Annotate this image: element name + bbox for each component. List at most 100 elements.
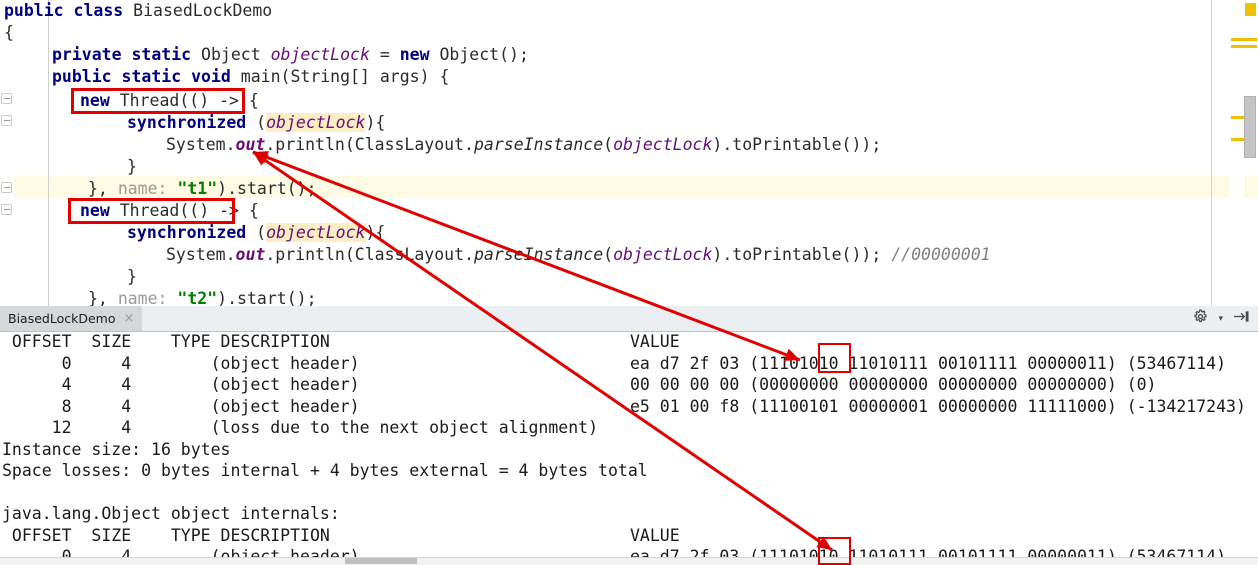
code-token [122, 45, 132, 64]
code-text-area[interactable]: public class BiasedLockDemo{ private stat… [0, 0, 1258, 306]
code-token: ( [246, 223, 266, 242]
code-token [191, 45, 201, 64]
code-token: Object(); [430, 45, 529, 64]
run-console-pane[interactable]: BiasedLockDemo × ▾ OFFSET SIZE TYPE DESC… [0, 306, 1258, 565]
code-line: private static Object objectLock = new O… [52, 44, 529, 66]
code-line: new Thread(() -> { [80, 90, 259, 112]
code-token: ( [603, 135, 613, 154]
editor-right-margin-rule [1211, 0, 1212, 306]
code-token: static [122, 67, 182, 86]
code-token [181, 67, 191, 86]
code-token: { [4, 23, 14, 42]
console-output-line: OFFSET SIZE TYPE DESCRIPTION [2, 525, 330, 547]
code-token: objectLock [266, 113, 365, 132]
code-token: }, [88, 289, 118, 306]
code-token [123, 1, 133, 20]
console-tab-label: BiasedLockDemo [8, 311, 116, 326]
chevron-down-icon[interactable]: ▾ [1218, 314, 1223, 324]
close-icon[interactable]: × [124, 312, 135, 325]
code-line: public class BiasedLockDemo [4, 0, 272, 22]
code-token: ( [603, 245, 613, 264]
console-output-line: 0 4 (object header) [2, 353, 360, 375]
code-token: new [80, 201, 110, 220]
code-line: synchronized (objectLock){ [127, 112, 385, 134]
code-token: Thread(() -> { [110, 91, 259, 110]
code-token: "t2" [177, 289, 217, 306]
code-token: parseInstance [474, 245, 603, 264]
code-editor-pane[interactable]: public class BiasedLockDemo{ private stat… [0, 0, 1258, 306]
code-token: }, [88, 179, 118, 198]
code-token: ).start(); [217, 289, 316, 306]
code-token: ( [246, 113, 266, 132]
error-stripe-marker[interactable] [1231, 45, 1257, 48]
editor-error-stripe[interactable] [1229, 0, 1244, 306]
code-token: main(String[] args) { [231, 67, 450, 86]
code-token: = [370, 45, 400, 64]
code-token: public [52, 67, 112, 86]
code-line: }, name: "t2").start(); [88, 288, 317, 306]
console-output-line: 00 00 00 00 (00000000 00000000 00000000 … [630, 374, 1157, 396]
code-token: static [131, 45, 191, 64]
code-token [112, 67, 122, 86]
code-token: synchronized [127, 223, 246, 242]
code-token: ).toPrintable()); [712, 135, 881, 154]
code-token: new [400, 45, 430, 64]
error-stripe-marker[interactable] [1231, 38, 1257, 41]
code-token: System. [166, 245, 236, 264]
console-tab-biasedlockdemo[interactable]: BiasedLockDemo × [0, 306, 142, 331]
editor-vertical-scrollbar-thumb[interactable] [1244, 96, 1256, 158]
console-output-line: 12 4 (loss due to the next object alignm… [2, 417, 598, 439]
code-token: objectLock [613, 245, 712, 264]
console-tab-bar[interactable]: BiasedLockDemo × ▾ [0, 306, 1258, 332]
code-token: name: [118, 289, 168, 306]
code-line: synchronized (objectLock){ [127, 222, 385, 244]
code-token: parseInstance [474, 135, 603, 154]
gear-icon[interactable] [1193, 309, 1208, 328]
console-output-text[interactable]: OFFSET SIZE TYPE DESCRIPTION VALUE 0 4 (o… [0, 331, 1258, 558]
code-token: new [80, 91, 110, 110]
code-token: void [191, 67, 231, 86]
code-token: name: [118, 179, 168, 198]
code-token: class [74, 1, 124, 20]
code-token: ){ [365, 113, 385, 132]
console-output-line: 4 4 (object header) [2, 374, 360, 396]
code-token [167, 179, 177, 198]
code-line: } [127, 266, 137, 288]
console-output-line: VALUE [630, 331, 680, 353]
code-token: private [52, 45, 122, 64]
code-token: //00000001 [891, 245, 990, 264]
console-output-line: java.lang.Object object internals: [2, 503, 340, 525]
code-token: } [127, 157, 137, 176]
console-output-line: Space losses: 0 bytes internal + 4 bytes… [2, 460, 648, 482]
code-token: ).toPrintable()); [712, 245, 891, 264]
console-output-line: VALUE [630, 525, 680, 547]
console-output-line: OFFSET SIZE TYPE DESCRIPTION [2, 331, 330, 353]
code-token: System. [166, 135, 236, 154]
code-token: Thread(() -> { [110, 201, 259, 220]
console-output-line: e5 01 00 f8 (11100101 00000001 00000000 … [630, 396, 1246, 418]
console-horizontal-scrollbar[interactable] [0, 557, 1258, 565]
code-token [64, 1, 74, 20]
scroll-to-end-icon[interactable] [1233, 309, 1250, 328]
code-line: System.out.println(ClassLayout.parseInst… [166, 134, 881, 156]
code-line: { [4, 22, 14, 44]
code-token: public [4, 1, 64, 20]
code-line: System.out.println(ClassLayout.parseInst… [166, 244, 991, 266]
code-token: .println(ClassLayout. [265, 245, 474, 264]
code-token: out [236, 135, 266, 154]
console-horizontal-scrollbar-thumb[interactable] [345, 558, 417, 564]
code-token: } [127, 267, 137, 286]
code-token: objectLock [271, 45, 370, 64]
code-token: ).start(); [217, 179, 316, 198]
code-line: public static void main(String[] args) { [52, 66, 449, 88]
code-token: objectLock [613, 135, 712, 154]
code-token: ){ [365, 223, 385, 242]
error-stripe-status-block[interactable] [1245, 3, 1256, 16]
console-output-line: Instance size: 16 bytes [2, 439, 230, 461]
code-line: } [127, 156, 137, 178]
code-line: new Thread(() -> { [80, 200, 259, 222]
console-output-line: 8 4 (object header) [2, 396, 360, 418]
console-toolbar[interactable]: ▾ [1193, 307, 1254, 330]
console-output-line: ea d7 2f 03 (11101010 11010111 00101111 … [630, 353, 1226, 375]
code-line: }, name: "t1").start(); [88, 178, 317, 200]
